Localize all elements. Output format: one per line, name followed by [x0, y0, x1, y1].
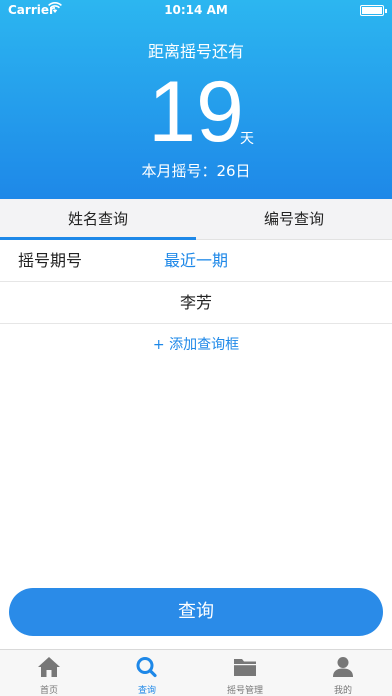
- period-selector[interactable]: 最近一期: [164, 240, 228, 282]
- battery-icon: [360, 5, 387, 16]
- status-time: 10:14 AM: [164, 3, 228, 17]
- period-label: 摇号期号: [18, 251, 83, 270]
- search-icon: [135, 656, 159, 678]
- tabbar-label-home: 首页: [39, 686, 58, 696]
- countdown-header: Carrier 10:14 AM 距离摇号还有 19 天 本月摇号：26日: [0, 0, 392, 199]
- folder-icon: [233, 656, 257, 678]
- name-input-row[interactable]: 李芳: [0, 282, 392, 324]
- query-tabs: 姓名查询 编号查询: [0, 199, 392, 240]
- tabbar-item-search[interactable]: 查询: [98, 650, 196, 696]
- tabbar-item-profile[interactable]: 我的: [294, 650, 392, 696]
- status-bar: Carrier 10:14 AM: [0, 0, 392, 20]
- tabbar-item-lottery-management[interactable]: 摇号管理: [196, 650, 294, 696]
- tabbar-label-lottery-management: 摇号管理: [226, 686, 263, 696]
- period-row[interactable]: 摇号期号 最近一期: [0, 240, 392, 282]
- countdown-label: 距离摇号还有: [147, 42, 244, 61]
- countdown-days: 19: [148, 64, 244, 160]
- add-query-box-button[interactable]: + 添加查询框: [0, 334, 392, 354]
- countdown-unit: 天: [240, 131, 254, 147]
- tabbar-label-profile: 我的: [333, 686, 352, 696]
- tabbar-item-home[interactable]: 首页: [0, 650, 98, 696]
- bottom-tab-bar: 首页 查询 摇号管理 我的: [0, 649, 392, 696]
- monthly-lottery-date: 本月摇号：26日: [141, 162, 251, 180]
- tab-number-query[interactable]: 编号查询: [196, 199, 392, 239]
- tab-name-query[interactable]: 姓名查询: [0, 199, 196, 239]
- user-icon: [331, 656, 355, 678]
- query-button[interactable]: 查询: [9, 588, 383, 636]
- home-icon: [37, 656, 61, 678]
- tabbar-label-search: 查询: [137, 686, 156, 696]
- name-input[interactable]: 李芳: [0, 282, 392, 324]
